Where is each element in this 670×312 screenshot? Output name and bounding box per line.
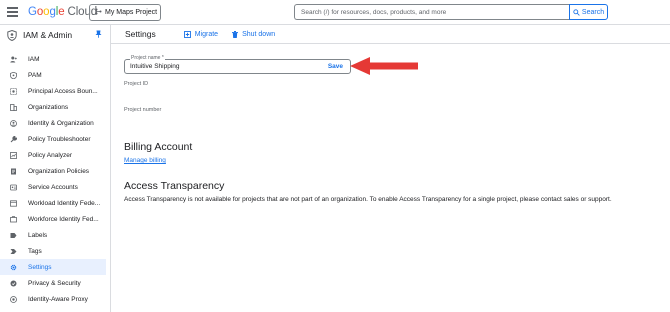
access-transparency-text: Access Transparency is not available for… xyxy=(124,196,612,203)
workforce-icon xyxy=(10,215,17,223)
shut-down-button[interactable]: Shut down xyxy=(232,30,276,38)
migrate-label: Migrate xyxy=(194,30,219,38)
search-input[interactable]: Search (/) for resources, docs, products… xyxy=(294,4,569,20)
gear-icon xyxy=(10,264,17,271)
billing-account-heading: Billing Account xyxy=(124,141,193,153)
project-id-label: Project ID xyxy=(124,81,149,87)
sidebar-item-organizations[interactable]: Organizations xyxy=(0,99,110,115)
sidebar-item-privacy-security[interactable]: Privacy & Security xyxy=(0,275,110,291)
sidebar-item-label: Identity-Aware Proxy xyxy=(28,295,88,303)
sidebar-item-tags[interactable]: Tags xyxy=(0,243,110,259)
shut-down-label: Shut down xyxy=(242,30,276,38)
migrate-icon xyxy=(183,30,191,38)
sidebar-item-policy-analyzer[interactable]: Policy Analyzer xyxy=(0,147,110,163)
pin-icon[interactable] xyxy=(95,30,102,40)
wrench-icon xyxy=(10,135,17,143)
sidebar-item-label: Policy Analyzer xyxy=(28,151,73,159)
shield-key-icon xyxy=(10,71,17,79)
sidebar-item-identity-aware-proxy[interactable]: Identity-Aware Proxy xyxy=(0,291,110,307)
sidebar-item-label: Privacy & Security xyxy=(28,279,81,287)
person-add-icon xyxy=(10,56,17,63)
project-tree-icon xyxy=(95,8,102,17)
page-title: Settings xyxy=(125,29,156,39)
tag-icon xyxy=(10,248,17,255)
sidebar-item-label: Identity & Organization xyxy=(28,119,94,127)
sidebar-item-workforce-identity-fed[interactable]: Workforce Identity Fed... xyxy=(0,211,110,227)
project-name-value[interactable]: Intuitive Shipping xyxy=(130,63,180,70)
sidebar-item-label: IAM xyxy=(28,55,40,63)
sidebar-item-label: Organization Policies xyxy=(28,167,90,175)
project-number-label: Project number xyxy=(124,107,162,113)
project-name-label: Project name * xyxy=(130,55,165,61)
sidebar-item-organization-policies[interactable]: Organization Policies xyxy=(0,163,110,179)
search-button[interactable]: Search xyxy=(569,4,608,20)
workload-icon xyxy=(10,199,17,207)
save-button[interactable]: Save xyxy=(328,63,343,70)
sidebar-item-label: Tags xyxy=(28,247,42,255)
sidebar-item-label: Settings xyxy=(28,263,52,271)
sidebar-item-policy-troubleshooter[interactable]: Policy Troubleshooter xyxy=(0,131,110,147)
project-picker-button[interactable]: My Maps Project xyxy=(89,4,161,21)
boundary-icon xyxy=(10,87,17,95)
analyzer-icon xyxy=(10,151,17,159)
project-name-label: My Maps Project xyxy=(105,9,158,16)
sidebar-item-label: Workforce Identity Fed... xyxy=(28,215,99,223)
sidebar-item-pam[interactable]: PAM xyxy=(0,67,110,83)
sidebar-item-label: Principal Access Boun... xyxy=(28,87,98,95)
sidebar-item-principal-access-boun[interactable]: Principal Access Boun... xyxy=(0,83,110,99)
project-name-field[interactable]: Project name * Intuitive Shipping Save xyxy=(124,55,351,74)
sidebar-item-workload-identity-fede[interactable]: Workload Identity Fede... xyxy=(0,195,110,211)
sidebar-item-label: Policy Troubleshooter xyxy=(28,135,91,143)
sidebar-item-label: PAM xyxy=(28,71,42,79)
top-bar: Google Cloud My Maps Project Search (/) f… xyxy=(0,0,670,25)
sidebar-item-service-accounts[interactable]: Service Accounts xyxy=(0,179,110,195)
trash-icon xyxy=(232,30,239,38)
migrate-button[interactable]: Migrate xyxy=(183,30,219,38)
sidebar-title: IAM & Admin xyxy=(23,30,73,40)
sidebar-item-label: Service Accounts xyxy=(28,183,78,191)
identity-icon xyxy=(10,119,17,127)
label-icon xyxy=(10,232,17,239)
google-cloud-logo[interactable]: Google Cloud xyxy=(28,6,97,18)
proxy-icon xyxy=(10,295,17,303)
sidebar-item-labels[interactable]: Labels xyxy=(0,227,110,243)
access-transparency-heading: Access Transparency xyxy=(124,180,225,192)
privacy-icon xyxy=(10,280,17,287)
sidebar-header: IAM & Admin xyxy=(0,25,110,45)
page-header: Settings Migrate Shut down xyxy=(111,25,670,44)
sidebar-item-label: Workload Identity Fede... xyxy=(28,199,101,207)
sidebar-item-identity-organization[interactable]: Identity & Organization xyxy=(0,115,110,131)
service-account-icon xyxy=(10,184,17,191)
red-arrow-annotation xyxy=(350,57,418,75)
iam-shield-icon xyxy=(7,29,17,41)
search-button-label: Search xyxy=(581,8,605,16)
search-icon xyxy=(573,8,580,16)
hamburger-menu-icon[interactable] xyxy=(7,7,18,17)
sidebar-item-settings[interactable]: Settings xyxy=(0,259,106,275)
manage-billing-link[interactable]: Manage billing xyxy=(124,157,166,164)
policy-doc-icon xyxy=(10,168,17,175)
sidebar-nav: IAM PAM Principal Access Boun... Organizati… xyxy=(0,51,110,307)
sidebar: IAM & Admin IAM PAM Principal Access Boun.… xyxy=(0,25,111,312)
building-icon xyxy=(10,103,17,111)
sidebar-item-label: Organizations xyxy=(28,103,69,111)
sidebar-item-label: Labels xyxy=(28,231,48,239)
sidebar-item-iam[interactable]: IAM xyxy=(0,51,110,67)
